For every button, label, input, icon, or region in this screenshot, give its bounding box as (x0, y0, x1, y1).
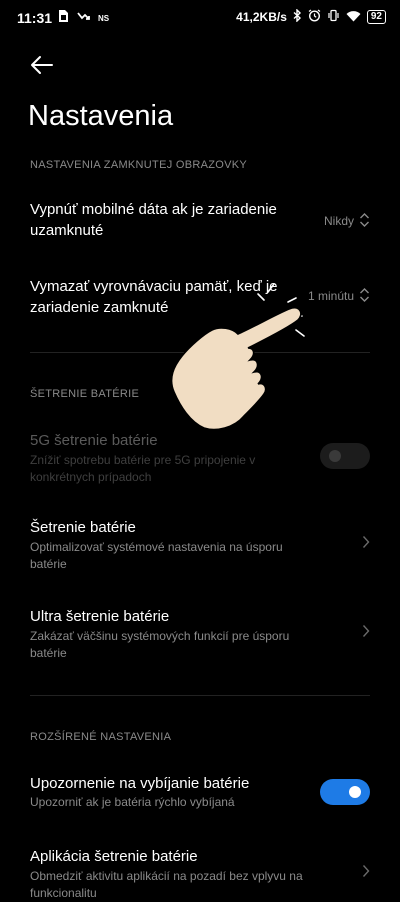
sim-icon (58, 9, 69, 28)
battery-indicator: 92 (366, 10, 386, 24)
toggle-knob (349, 786, 361, 798)
divider (30, 695, 370, 696)
setting-subtitle: Upozorniť ak je batéria rýchlo vybíjaná (30, 795, 235, 809)
bluetooth-icon (293, 8, 302, 25)
section-header-advanced: ROZŠÍRENÉ NASTAVENIA (30, 731, 172, 743)
setting-subtitle: Znížiť spotrebu batérie pre 5G pripojeni… (30, 453, 256, 484)
section-header-lock-screen: NASTAVENIA ZAMKNUTEJ OBRAZOVKY (30, 159, 248, 171)
section-header-battery-saver: ŠETRENIE BATÉRIE (30, 388, 140, 400)
chevron-right-icon (362, 536, 370, 548)
status-time: 11:31 (17, 10, 53, 26)
vibrate-icon (327, 9, 340, 25)
alarm-icon (308, 9, 321, 25)
setting-subtitle: Optimalizovať systémové nastavenia na ús… (30, 540, 283, 571)
back-arrow-icon (31, 56, 53, 74)
setting-title: Aplikácia šetrenie batérie (30, 848, 198, 865)
divider (30, 352, 370, 353)
status-right: 41,2KB/s 92 (236, 8, 386, 25)
status-bar: 11:31 NS 41,2KB/s 92 (0, 0, 400, 36)
setting-battery-saver[interactable]: Šetrenie batérie Optimalizovať systémové… (0, 515, 400, 575)
toggle-5g-saver (320, 443, 370, 469)
toggle-drain-alert[interactable] (320, 779, 370, 805)
setting-value: 1 minútu (307, 289, 354, 303)
setting-title: 5G šetrenie batérie (30, 432, 158, 449)
setting-title: Vymazať vyrovnávaciu pamäť, keď je zaria… (30, 278, 278, 316)
setting-title: Upozornenie na vybíjanie batérie (30, 775, 250, 792)
setting-subtitle: Zakázať väčšinu systémových funkcií pre … (30, 629, 290, 660)
page-title: Nastavenia (28, 100, 174, 132)
setting-title: Ultra šetrenie batérie (30, 608, 170, 625)
setting-title: Vypnúť mobilné dáta ak je zariadenie uza… (30, 201, 277, 239)
up-down-arrows-icon (360, 213, 369, 227)
setting-value: Nikdy (323, 214, 354, 228)
missed-call-icon (77, 10, 90, 28)
setting-subtitle: Obmedziť aktivitu aplikácií na pozadí be… (30, 869, 303, 900)
chevron-right-icon (362, 865, 370, 877)
wifi-icon (346, 10, 361, 25)
ns-label: NS (98, 14, 110, 23)
setting-5g-battery-saver: 5G šetrenie batérie Znížiť spotrebu baté… (0, 428, 400, 488)
setting-clear-cache-locked[interactable]: Vymazať vyrovnávaciu pamäť, keď je zaria… (0, 272, 400, 328)
setting-ultra-battery-saver[interactable]: Ultra šetrenie batérie Zakázať väčšinu s… (0, 604, 400, 664)
status-left-icons: NS (58, 9, 109, 28)
up-down-arrows-icon (360, 288, 369, 302)
toggle-knob (329, 450, 341, 462)
chevron-right-icon (362, 625, 370, 637)
setting-app-battery-saver[interactable]: Aplikácia šetrenie batérie Obmedziť akti… (0, 846, 400, 900)
back-button[interactable] (28, 52, 58, 78)
setting-mobile-data-locked[interactable]: Vypnúť mobilné dáta ak je zariadenie uza… (0, 195, 400, 251)
setting-battery-drain-alert[interactable]: Upozornenie na vybíjanie batérie Upozorn… (0, 773, 400, 813)
setting-title: Šetrenie batérie (30, 519, 136, 536)
network-speed: 41,2KB/s (236, 10, 287, 24)
